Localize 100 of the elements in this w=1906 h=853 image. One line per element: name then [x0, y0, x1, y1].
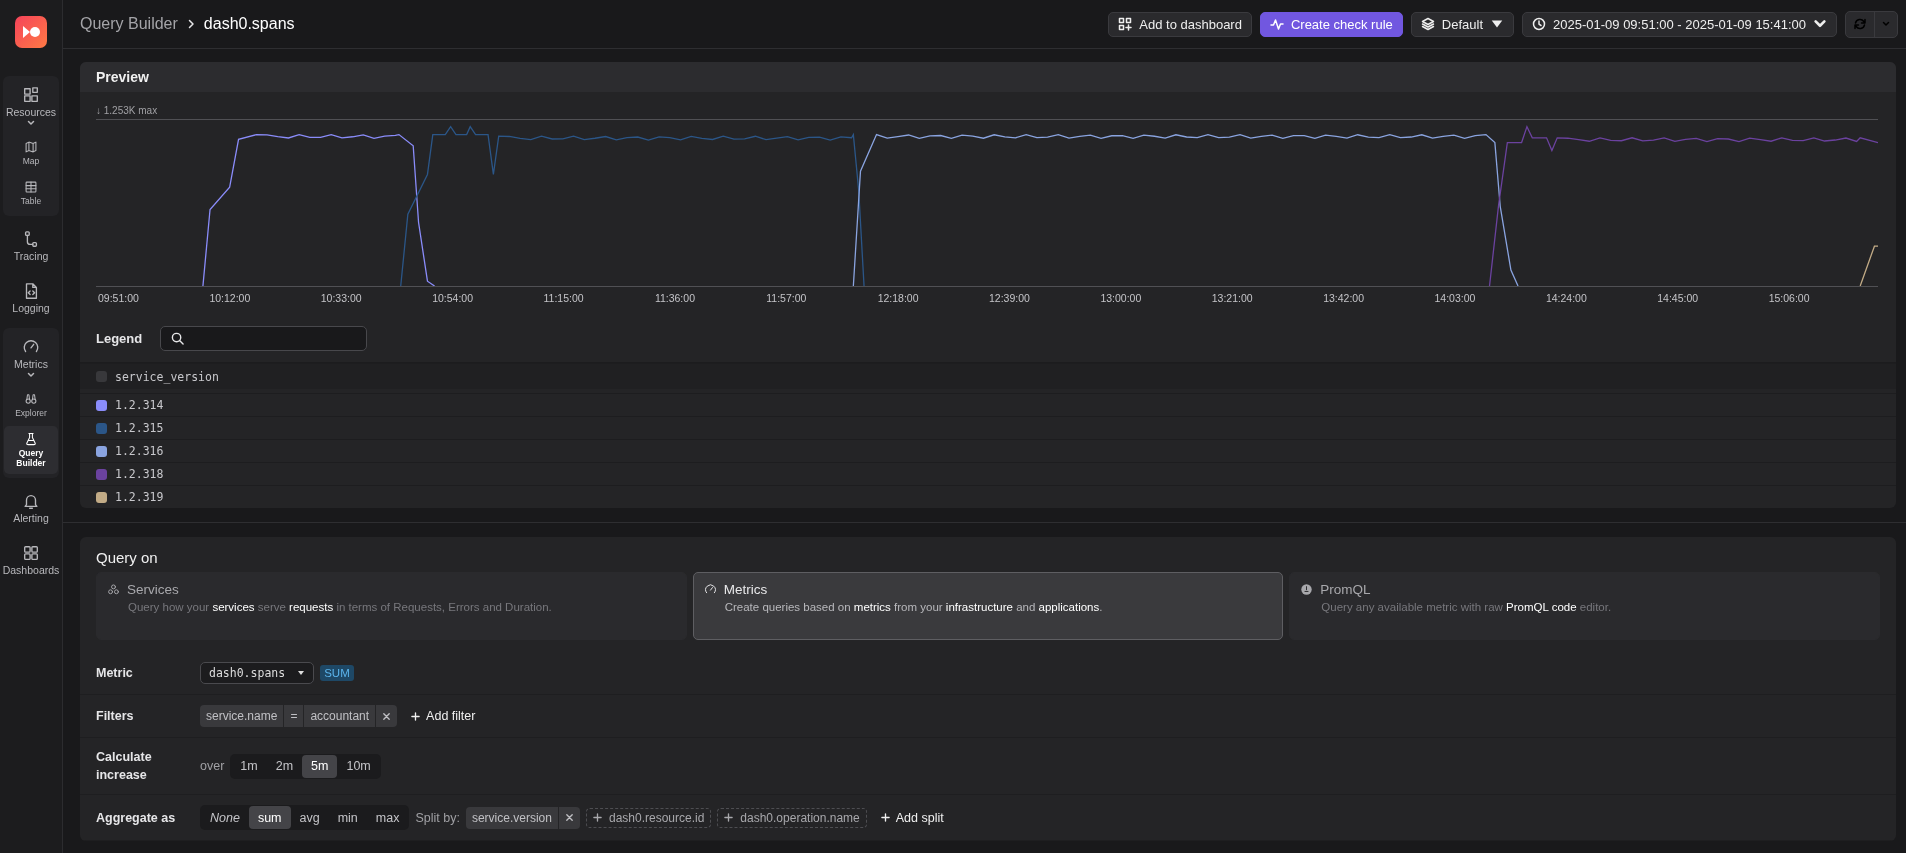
add-to-dashboard-button[interactable]: Add to dashboard: [1108, 11, 1252, 37]
view-dropdown[interactable]: Default: [1410, 11, 1514, 37]
add-split-button[interactable]: Add split: [872, 810, 952, 825]
axis-tick-label: 11:36:00: [653, 292, 696, 304]
split-suggestion[interactable]: dash0.operation.name: [717, 807, 867, 828]
axis-tick-label: 13:21:00: [1210, 292, 1254, 304]
split-chip[interactable]: service.version: [465, 806, 558, 829]
legend-item-label: 1.2.319: [115, 490, 164, 504]
section-title: Query on: [95, 548, 159, 568]
refresh-icon: [1853, 17, 1867, 31]
query-type-card[interactable]: Metrics Create queries based on metrics from your infrastructure and applications.: [692, 572, 1284, 640]
search-icon: [171, 332, 185, 345]
axis-tick-label: 10:12:00: [208, 292, 252, 304]
remove-split-button[interactable]: [558, 806, 580, 829]
sidebar-item[interactable]: Map: [4, 134, 58, 172]
legend-item-label: 1.2.318: [115, 467, 164, 481]
pulse-icon: [1269, 17, 1284, 31]
axis-tick-label: 12:18:00: [876, 292, 920, 304]
sidebar-item[interactable]: Dashboards: [4, 538, 58, 582]
layers-icon: [1420, 17, 1435, 31]
legend-item-label: 1.2.314: [115, 398, 164, 412]
filter-value[interactable]: accountant: [304, 705, 376, 727]
plus-icon: [411, 711, 421, 721]
segment-option[interactable]: 2m: [266, 754, 303, 778]
flask-icon: [24, 432, 38, 446]
card-title: PromQL: [1320, 582, 1371, 597]
plus-icon: [592, 813, 602, 822]
sidebar-item[interactable]: Tracing: [4, 224, 58, 268]
axis-tick-label: 11:15:00: [542, 292, 585, 304]
query-type-card[interactable]: PromQL Query any available metric with raw PromQL code editor.: [1289, 572, 1880, 640]
axis-tick-label: 13:00:00: [1099, 292, 1143, 304]
field-label: Filters: [96, 708, 135, 725]
create-check-rule-button[interactable]: Create check rule: [1259, 11, 1403, 37]
axis-tick-label: 10:54:00: [431, 292, 474, 304]
segment-option[interactable]: 1m: [231, 754, 267, 778]
axis-tick-label: 15:06:00: [1767, 292, 1811, 304]
metric-dropdown[interactable]: dash0.spans: [200, 662, 315, 684]
card-description: Create queries based on metrics from your infrastructure and applications.: [723, 601, 1104, 613]
axis-tick-label: 11:57:00: [765, 292, 808, 304]
add-widget-icon: [1118, 17, 1133, 31]
prefix-label: over: [200, 759, 225, 773]
segment-option[interactable]: sum: [248, 806, 291, 829]
close-icon: [564, 813, 574, 822]
color-swatch[interactable]: [96, 445, 107, 457]
axis-tick-label: 14:24:00: [1544, 292, 1588, 304]
axis-tick-label: 13:42:00: [1322, 292, 1365, 304]
filter-key[interactable]: service.name: [200, 705, 284, 727]
sidebar-item[interactable]: Metrics: [4, 332, 58, 384]
plus-icon: [724, 813, 734, 822]
max-value-label: ↓ 1.253K max: [96, 105, 158, 116]
color-swatch[interactable]: [96, 399, 107, 411]
page-title: dash0.spans: [203, 15, 295, 33]
field-label: Metric: [96, 665, 134, 682]
axis-tick-label: 14:45:00: [1656, 292, 1700, 304]
chevron-down-icon: [1882, 21, 1890, 27]
checkbox[interactable]: [96, 371, 107, 382]
legend-search-field[interactable]: [160, 326, 368, 351]
segment-option[interactable]: 5m: [302, 754, 338, 778]
field-label: Aggregate as: [96, 809, 177, 827]
sidebar-item[interactable]: Resources: [4, 80, 58, 132]
color-swatch[interactable]: [96, 422, 107, 434]
split-by-label: Split by:: [415, 810, 460, 825]
binoculars-icon: [24, 392, 38, 406]
filter-operator[interactable]: =: [284, 705, 304, 727]
axis-tick-label: 14:03:00: [1433, 292, 1477, 304]
segment-option[interactable]: min: [328, 806, 367, 829]
segment-option[interactable]: max: [366, 806, 409, 829]
map-icon: [24, 140, 38, 154]
card-title: Metrics: [723, 582, 768, 597]
sidebar-item[interactable]: Query Builder: [4, 426, 58, 474]
grid-icon: [22, 544, 40, 562]
sidebar-item[interactable]: Table: [4, 174, 58, 212]
panel-header: Preview: [80, 62, 1896, 92]
color-swatch[interactable]: [96, 468, 107, 480]
circles-icon: [107, 583, 120, 596]
sidebar-item[interactable]: Logging: [4, 276, 58, 320]
legend-item-label: 1.2.315: [115, 421, 164, 435]
clock-icon: [1532, 17, 1546, 31]
bell-icon: [22, 492, 40, 510]
logo-icon: [15, 16, 47, 48]
remove-filter-button[interactable]: [376, 705, 398, 727]
time-range-picker[interactable]: 2025-01-09 09:51:00 - 2025-01-09 15:41:00: [1522, 11, 1837, 37]
breadcrumb-link[interactable]: Query Builder: [80, 15, 178, 33]
split-suggestion[interactable]: dash0.resource.id: [585, 807, 712, 828]
field-label: Calculate increase: [96, 749, 153, 784]
add-filter-button[interactable]: Add filter: [403, 709, 484, 723]
card-title: Services: [127, 582, 179, 597]
query-type-card[interactable]: Services Query how your services serve requests in terms of Requests, Errors and Duration.: [96, 572, 687, 640]
segment-option[interactable]: avg: [290, 806, 329, 829]
axis-tick-label: 12:39:00: [988, 292, 1031, 304]
card-description: Query any available metric with raw PromQL code editor.: [1320, 601, 1613, 613]
close-icon: [382, 711, 392, 721]
sidebar-item[interactable]: Alerting: [4, 486, 58, 530]
plus-icon: [880, 813, 890, 822]
sidebar-item[interactable]: Explorer: [4, 386, 58, 424]
color-swatch[interactable]: [96, 491, 107, 503]
segment-option[interactable]: None: [201, 806, 249, 829]
segment-option[interactable]: 10m: [337, 754, 380, 778]
shapes-icon: [22, 86, 40, 104]
legend-label: Legend: [96, 331, 143, 346]
